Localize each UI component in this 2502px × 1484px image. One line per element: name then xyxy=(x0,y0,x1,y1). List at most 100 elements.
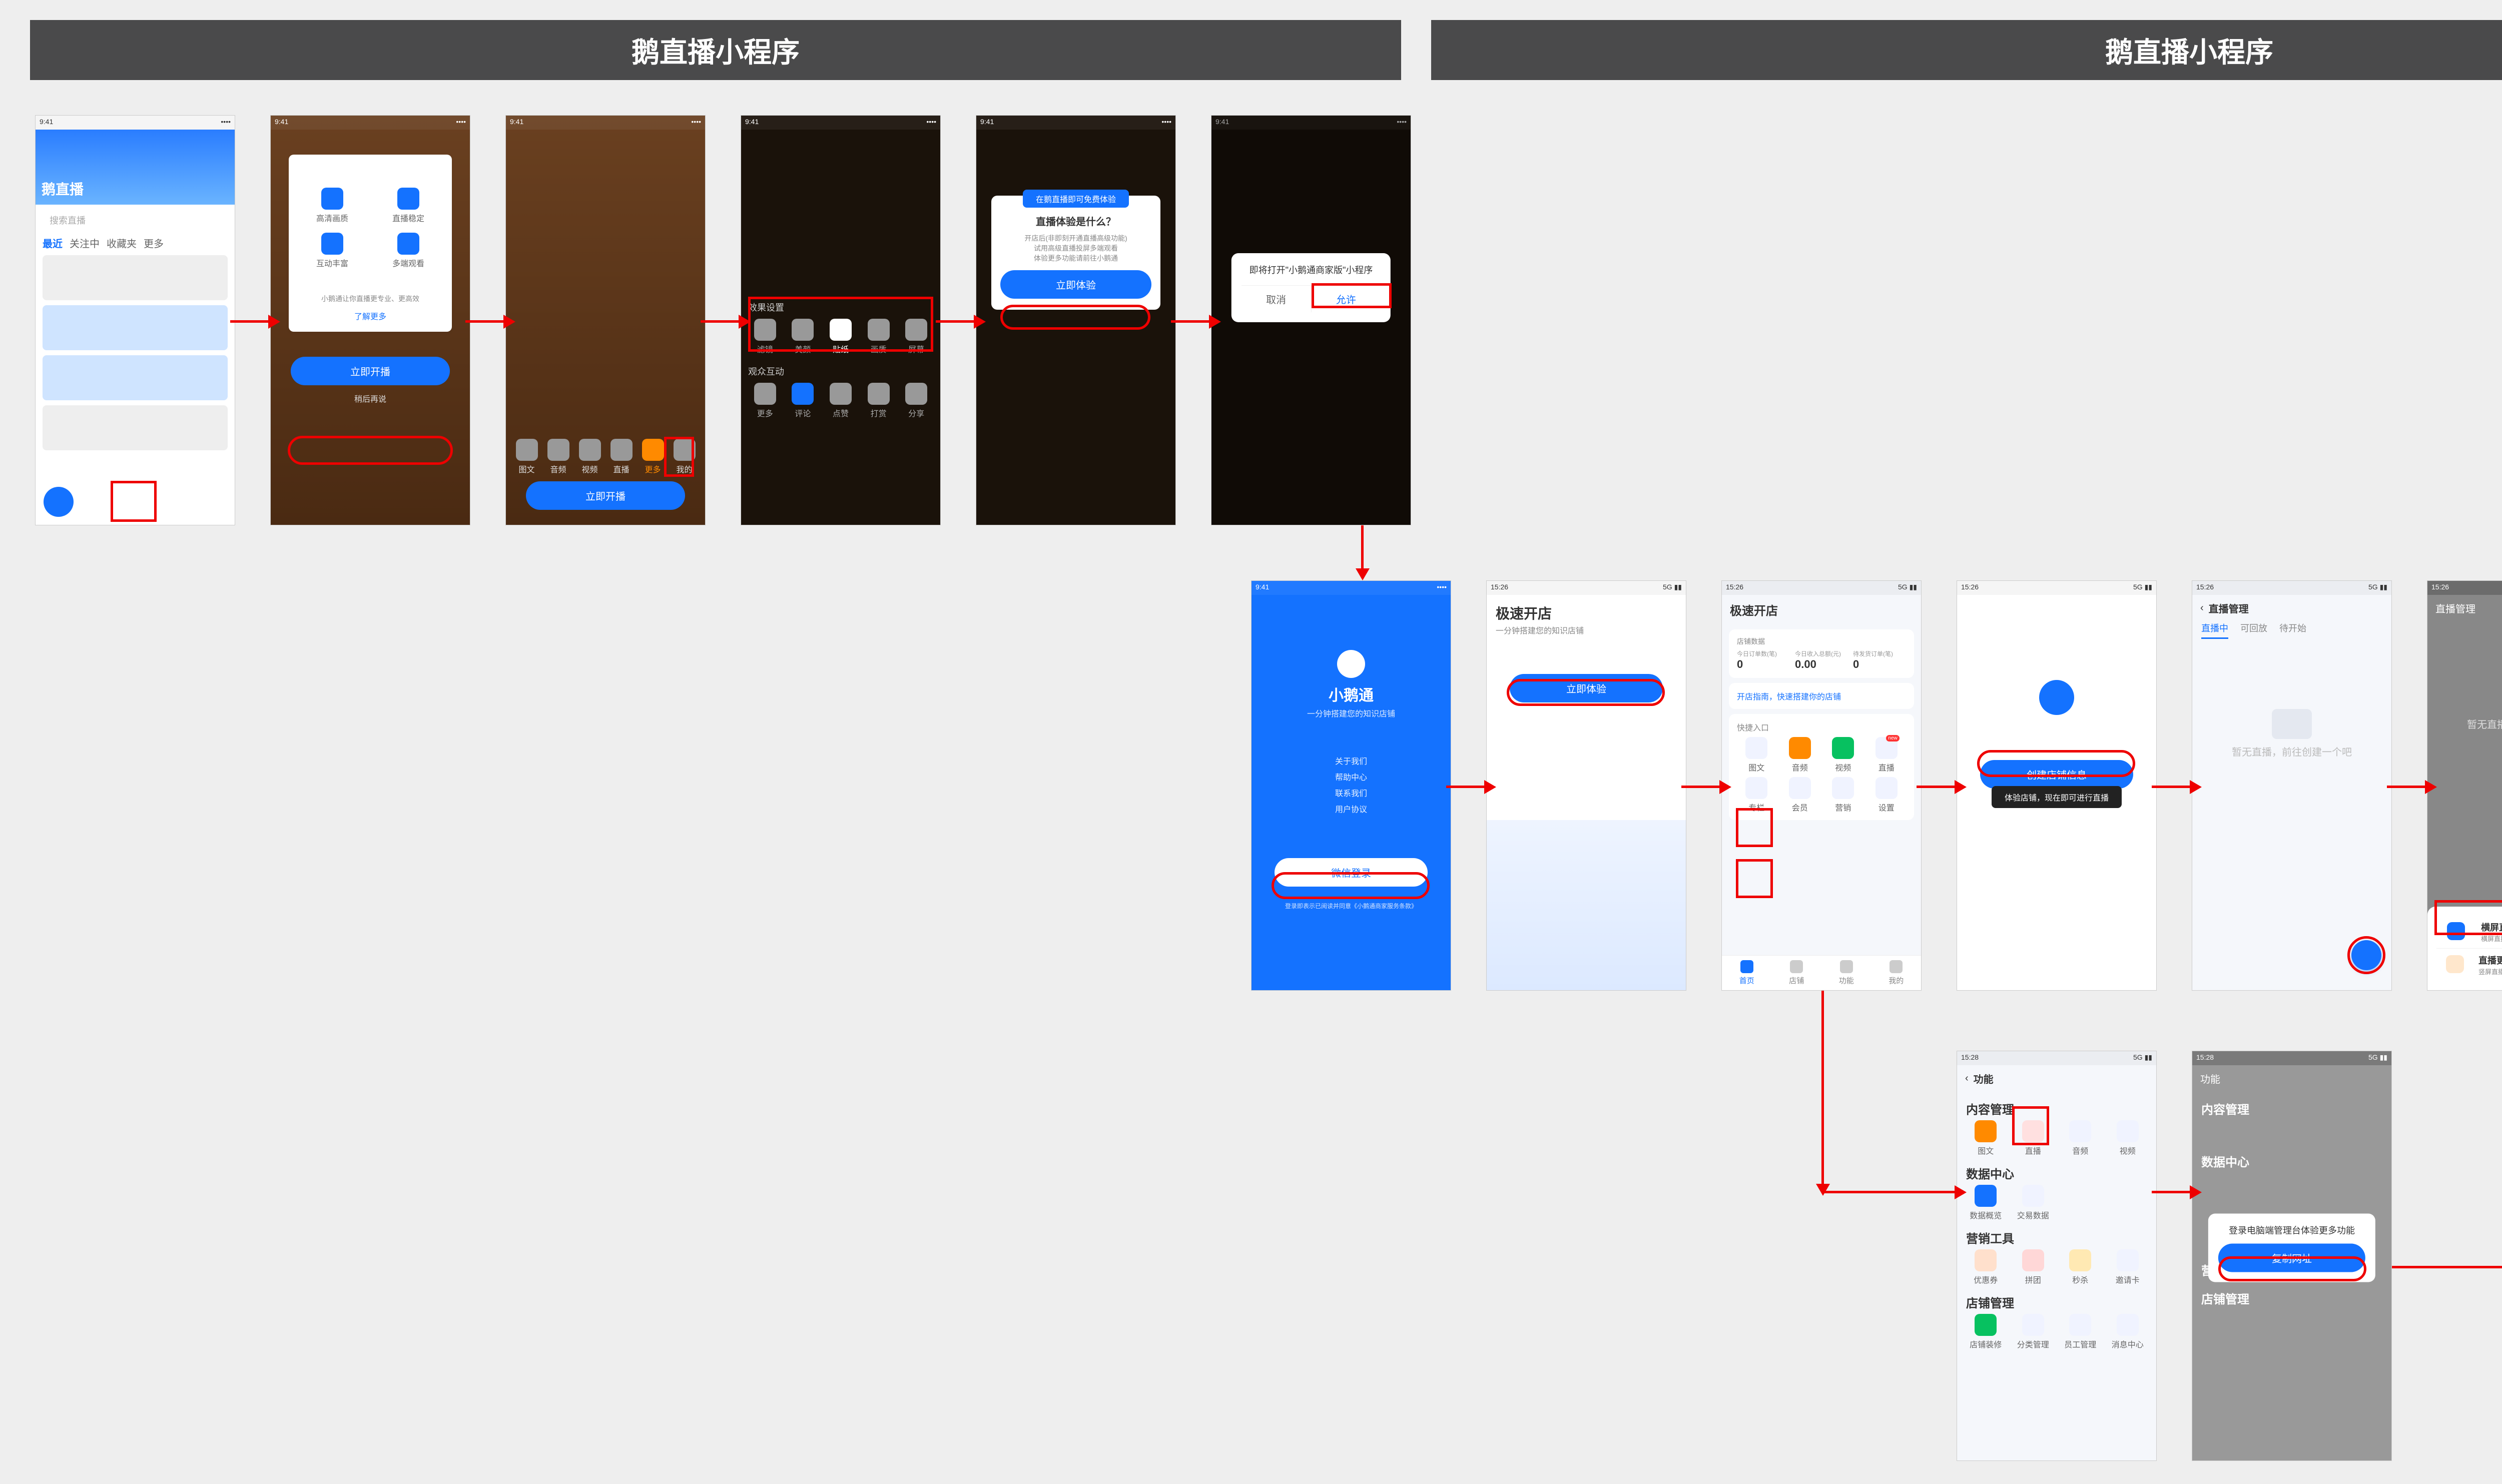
tab-live[interactable]: 直播中 xyxy=(2201,621,2228,639)
arrow xyxy=(1821,1191,1962,1193)
highlight-quick1 xyxy=(1736,808,1773,847)
r2-phone6: 15:265G ▮▮ 直播管理 暂无直播，前往创建一个吧 横屏直播 横屏直播，可… xyxy=(2427,580,2502,991)
page-title: 直播管理 xyxy=(2427,595,2502,621)
experience-card: 在鹅直播即可免费体验 直播体验是什么？ 开店后(非即刻开通直播高级功能) 试用高… xyxy=(991,196,1160,310)
status-bar: 9:41•••• xyxy=(506,116,705,130)
r2-phone2: 15:265G ▮▮ 极速开店 一分钟搭建您的知识店铺 立即体验 xyxy=(1486,580,1686,991)
status-bar: 15:265G ▮▮ xyxy=(2427,581,2502,595)
tab-1[interactable]: 最近 xyxy=(43,236,63,250)
fab-live-icon[interactable] xyxy=(44,487,74,517)
status-bar: 9:41•••• xyxy=(36,116,235,130)
r1-phone3: 9:41•••• 图文 音频 视频 直播 更多 我的 立即开播 xyxy=(505,115,706,525)
back-icon[interactable]: ‹ xyxy=(1965,1073,1969,1084)
links: 关于我们 帮助中心 联系我们 用户协议 xyxy=(1252,754,1451,818)
status-bar: 9:41•••• xyxy=(976,116,1175,130)
highlight-try xyxy=(1000,305,1150,330)
r2-phone3: 15:265G ▮▮ 极速开店 店铺数据 今日订单数(笔)0 今日收入总额(元)… xyxy=(1721,580,1922,991)
header-left: 鹅直播小程序 xyxy=(30,20,1401,80)
quick-live-icon[interactable]: 直播 xyxy=(1867,761,1907,773)
tab-4[interactable]: 更多 xyxy=(144,236,164,250)
secondary-link[interactable]: 稍后再说 xyxy=(271,392,470,404)
search-input[interactable]: 搜索直播 xyxy=(43,210,228,231)
highlight-copy xyxy=(2218,1256,2366,1281)
r1-phone5: 9:41•••• 在鹅直播即可免费体验 直播体验是什么？ 开店后(非即刻开通直播… xyxy=(976,115,1176,525)
arrow xyxy=(230,320,275,323)
feature-modal: 小鹅通直播特性 高清画质 直播稳定 互动丰富 多端观看 高级专属直播，去小鹅通开… xyxy=(289,155,452,332)
arrow xyxy=(2387,786,2432,788)
arrow xyxy=(2152,786,2197,788)
highlight-primary xyxy=(288,436,453,465)
highlight-fab xyxy=(2347,936,2385,974)
r2-phone1: 9:41•••• 小鹅通 一分钟搭建您的知识店铺 关于我们 帮助中心 联系我们 … xyxy=(1251,580,1451,991)
empty-state: 暂无直播，前往创建一个吧 xyxy=(2192,744,2391,759)
top-tabs[interactable]: 最近 关注中 收藏夹 更多 xyxy=(36,236,235,250)
status-bar: 15:285G ▮▮ xyxy=(2192,1051,2391,1065)
tabbar[interactable]: 首页 店铺 功能 我的 xyxy=(1722,955,1921,990)
status-bar: 9:41•••• xyxy=(1252,581,1451,595)
arrow xyxy=(936,320,981,323)
highlight-live xyxy=(2012,1106,2049,1145)
app-title: 鹅直播 xyxy=(36,130,235,205)
more-option[interactable]: 直播更多 竖屏直播，录播等更多形式可前往PC管理台创建 xyxy=(2436,949,2502,981)
status-bar: 15:265G ▮▮ xyxy=(1957,581,2156,595)
r2-phone4: 15:265G ▮▮ 创建店铺信息 体验店铺，现在即可进行直播 xyxy=(1957,580,2157,991)
r1-phone1: 9:41•••• 鹅直播 搜索直播 最近 关注中 收藏夹 更多 xyxy=(35,115,235,525)
live-manage-icon[interactable]: 直播 xyxy=(2012,1144,2055,1156)
highlight-quick2 xyxy=(1736,859,1773,898)
arrow-down xyxy=(1361,525,1364,575)
arrow-to-pc xyxy=(2392,1266,2502,1268)
arrow xyxy=(701,320,746,323)
page-title: 功能 xyxy=(1974,1071,1994,1086)
quick-entry: 快捷入口 图文 音频 视频 new直播 专栏 会员 营销 设置 xyxy=(1729,714,1914,820)
tab-2[interactable]: 关注中 xyxy=(70,236,100,250)
highlight-landscape xyxy=(2434,900,2502,935)
highlight-login xyxy=(1272,872,1430,899)
tab-3[interactable]: 收藏夹 xyxy=(107,236,137,250)
highlight-create xyxy=(1977,750,2135,777)
data-board: 店铺数据 今日订单数(笔)0 今日收入总额(元)0.00 待发货订单(笔)0 xyxy=(1729,629,1914,678)
modal-title: 小鹅通直播特性 xyxy=(299,165,442,181)
r3-phone2: 15:285G ▮▮ 功能 内容管理 数据中心 登录电脑端管理台体验更多功能 复… xyxy=(2192,1051,2392,1461)
highlight-try xyxy=(1507,679,1665,706)
status-bar: 15:265G ▮▮ xyxy=(1722,581,1921,595)
arrow-down xyxy=(1821,991,1824,1191)
r3-phone1: 15:285G ▮▮ ‹功能 内容管理 图文 直播 音频 视频 数据中心 数据概… xyxy=(1957,1051,2157,1461)
arrow xyxy=(465,320,510,323)
status-bar: 15:285G ▮▮ xyxy=(1957,1051,2156,1065)
more-icon[interactable]: 更多 xyxy=(639,463,667,475)
arrow xyxy=(2152,1191,2197,1193)
r1-phone4: 9:41•••• 效果设置 滤镜 美颜 贴纸 画质 屏幕 观众互动 更多 评论 … xyxy=(741,115,941,525)
start-live-btn[interactable]: 立即开播 xyxy=(526,481,685,510)
headline: 高级专属直播，去小鹅通开启了 xyxy=(299,278,442,291)
try-now-btn[interactable]: 立即体验 xyxy=(1000,270,1151,299)
r1-phone2: 9:41•••• 小鹅通直播特性 高清画质 直播稳定 互动丰富 多端观看 高级专… xyxy=(270,115,470,525)
arrow xyxy=(1446,786,1491,788)
toast: 体验店铺，现在即可进行直播 xyxy=(1992,786,2122,808)
status-bar: 15:265G ▮▮ xyxy=(2192,581,2391,595)
status-bar: 9:41•••• xyxy=(741,116,940,130)
highlight-more xyxy=(664,437,694,477)
brand-name: 小鹅通 xyxy=(1252,683,1451,705)
highlight-effects xyxy=(748,297,933,352)
section-interact: 观众互动 xyxy=(748,365,933,378)
header-right: 鹅直播小程序 xyxy=(1431,20,2502,80)
highlight-allow xyxy=(1312,283,1392,308)
guide-link[interactable]: 开店指南，快速搭建你的店铺 xyxy=(1729,683,1914,709)
card-banner: 在鹅直播即可免费体验 xyxy=(1023,190,1128,208)
back-icon[interactable]: ‹ xyxy=(2200,602,2204,614)
arrow xyxy=(1681,786,1726,788)
page-title: 极速开店 xyxy=(1496,603,1677,623)
page-title: 极速开店 xyxy=(1722,595,1921,624)
status-bar: 9:41•••• xyxy=(271,116,470,130)
learn-more-link[interactable]: 了解更多 xyxy=(299,310,442,322)
status-bar: 15:265G ▮▮ xyxy=(1487,581,1686,595)
list xyxy=(36,250,235,455)
page-title: 功能 xyxy=(2192,1065,2391,1092)
arrow xyxy=(1171,320,1216,323)
primary-btn[interactable]: 立即开播 xyxy=(291,357,450,385)
page-title: 直播管理 xyxy=(2209,601,2249,615)
arrow xyxy=(1917,786,1962,788)
highlight-1 xyxy=(111,481,157,522)
r2-phone5: 15:265G ▮▮ ‹ 直播管理 直播中 可回放 待开始 暂无直播，前往创建一… xyxy=(2192,580,2392,991)
cancel-btn[interactable]: 取消 xyxy=(1241,286,1312,312)
